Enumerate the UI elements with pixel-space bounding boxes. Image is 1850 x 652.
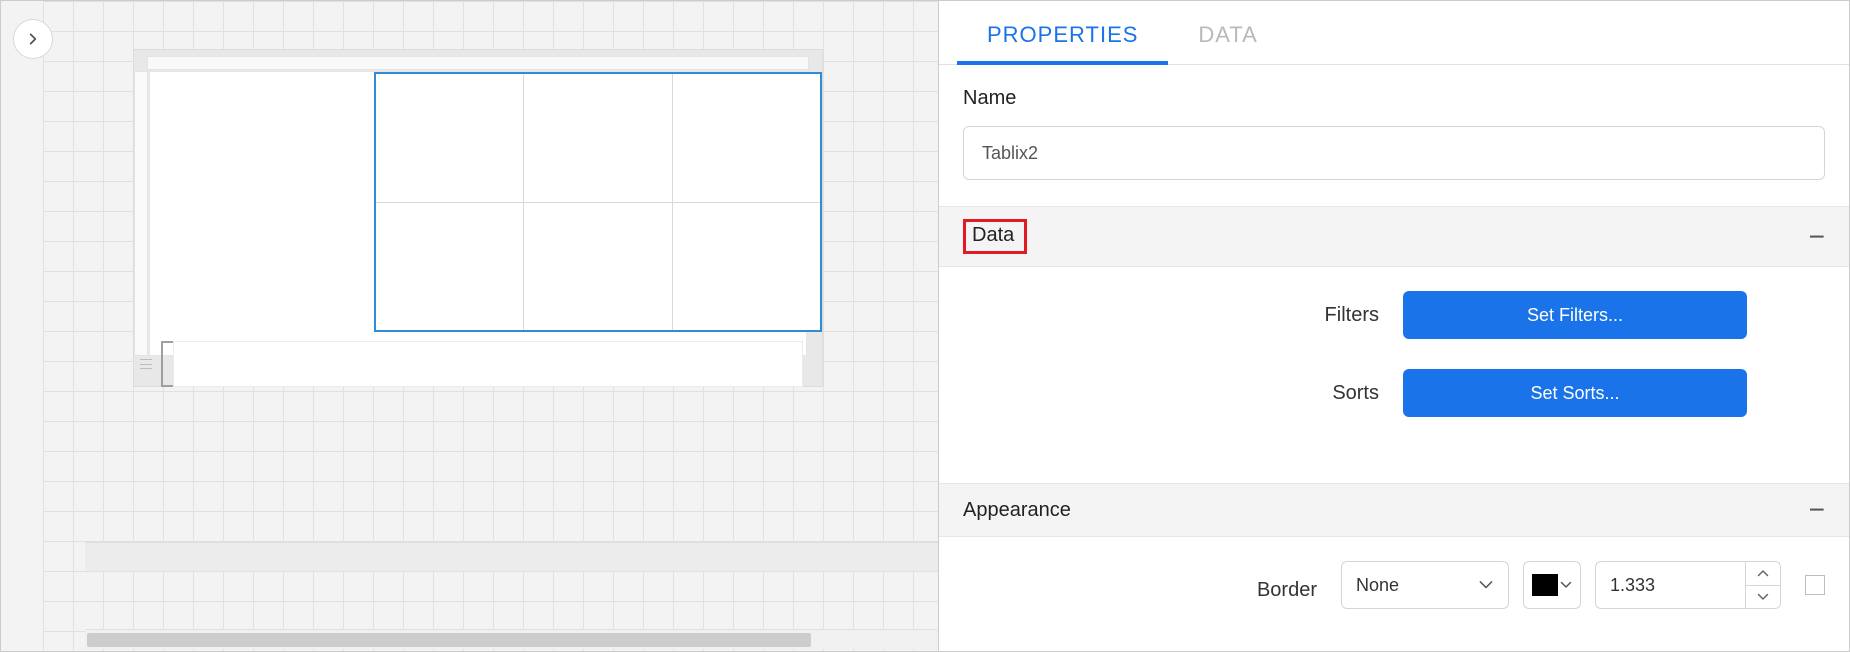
report-footer[interactable] [173, 341, 803, 387]
footer-bracket [161, 341, 173, 387]
ruler-horizontal [147, 56, 809, 70]
set-sorts-button[interactable]: Set Sorts... [1403, 369, 1747, 417]
side-panel: PROPERTIES DATA Name Tablix2 Data − Filt… [939, 1, 1849, 651]
horizontal-scrollbar[interactable] [85, 629, 937, 649]
filters-label: Filters [963, 304, 1403, 327]
name-input[interactable]: Tablix2 [963, 126, 1825, 180]
name-label: Name [963, 87, 1825, 110]
tablix-selected[interactable] [374, 72, 822, 332]
canvas-bottom-frame [85, 541, 939, 571]
border-advanced-checkbox[interactable] [1805, 575, 1825, 595]
tab-properties[interactable]: PROPERTIES [957, 22, 1168, 64]
report-body[interactable] [149, 71, 807, 356]
section-title-appearance: Appearance [963, 499, 1071, 522]
tablix-cell[interactable] [672, 203, 820, 330]
color-swatch [1532, 574, 1558, 596]
tab-data[interactable]: DATA [1168, 22, 1287, 64]
sorts-label: Sorts [963, 382, 1403, 405]
tablix-cell[interactable] [523, 203, 671, 330]
expand-panel-button[interactable] [13, 19, 53, 59]
tablix-cell[interactable] [523, 74, 671, 202]
drag-handle-icon [140, 359, 152, 369]
chevron-right-icon [26, 32, 40, 46]
border-width-stepper [1745, 561, 1781, 609]
tablix-cell[interactable] [376, 74, 523, 202]
scrollbar-thumb[interactable] [87, 633, 811, 647]
ruler-vertical [134, 71, 148, 356]
section-title-data: Data [972, 224, 1014, 246]
set-filters-button[interactable]: Set Filters... [1403, 291, 1747, 339]
section-header-data[interactable]: Data − [939, 206, 1849, 267]
stepper-up[interactable] [1746, 562, 1780, 585]
chevron-down-icon [1478, 580, 1494, 590]
border-width-input[interactable]: 1.333 [1595, 561, 1745, 609]
border-style-value: None [1356, 575, 1399, 596]
panel-tabs: PROPERTIES DATA [939, 1, 1849, 65]
design-canvas [1, 1, 939, 651]
footer-section-handle[interactable] [131, 341, 161, 387]
chevron-up-icon [1757, 569, 1769, 577]
collapse-icon[interactable]: − [1809, 496, 1825, 524]
border-style-select[interactable]: None [1341, 561, 1509, 609]
chevron-down-icon [1560, 581, 1572, 589]
border-color-select[interactable] [1523, 561, 1581, 609]
tablix-cell[interactable] [672, 74, 820, 202]
collapse-icon[interactable]: − [1809, 223, 1825, 251]
stepper-down[interactable] [1746, 585, 1780, 609]
chevron-down-icon [1757, 593, 1769, 601]
section-header-appearance[interactable]: Appearance − [939, 483, 1849, 537]
canvas-grid[interactable] [43, 1, 939, 651]
tablix-cell[interactable] [376, 203, 523, 330]
border-label: Border [963, 579, 1341, 602]
